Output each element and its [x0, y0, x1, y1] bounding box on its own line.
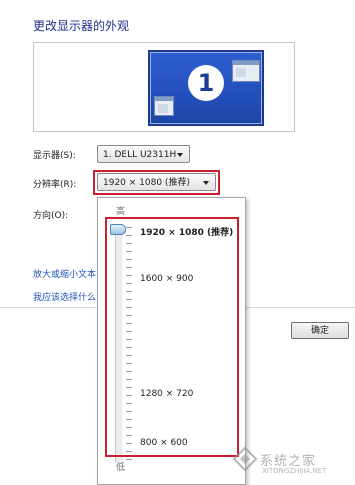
display-select[interactable]: 1. DELL U2311H	[97, 145, 190, 163]
display-select-value: 1. DELL U2311H	[103, 150, 177, 160]
which-settings-link[interactable]: 我应该选择什么	[33, 290, 96, 303]
mini-window-icon	[232, 60, 260, 82]
text-size-link[interactable]: 放大或缩小文本	[33, 267, 96, 280]
watermark-url: XITONGZHIJIA.NET	[262, 467, 327, 475]
page-title: 更改显示器的外观	[33, 19, 130, 33]
orientation-label: 方向(O):	[33, 211, 69, 221]
watermark: 系统之家 XITONGZHIJIA.NET	[232, 440, 350, 476]
chevron-down-icon	[177, 153, 183, 157]
display-label: 显示器(S):	[33, 151, 76, 161]
watermark-logo-icon	[232, 446, 258, 472]
monitor-1[interactable]: 1	[148, 50, 264, 126]
high-label: 高	[116, 207, 126, 217]
monitor-number-badge: 1	[188, 65, 224, 101]
low-label: 低	[116, 463, 126, 473]
resolution-label: 分辨率(R):	[33, 180, 77, 190]
mini-window-icon	[154, 96, 174, 116]
dropdown-highlight	[105, 217, 239, 457]
ok-button[interactable]: 确定	[291, 322, 349, 339]
resolution-highlight	[93, 170, 220, 195]
display-preview: 1	[33, 42, 295, 132]
